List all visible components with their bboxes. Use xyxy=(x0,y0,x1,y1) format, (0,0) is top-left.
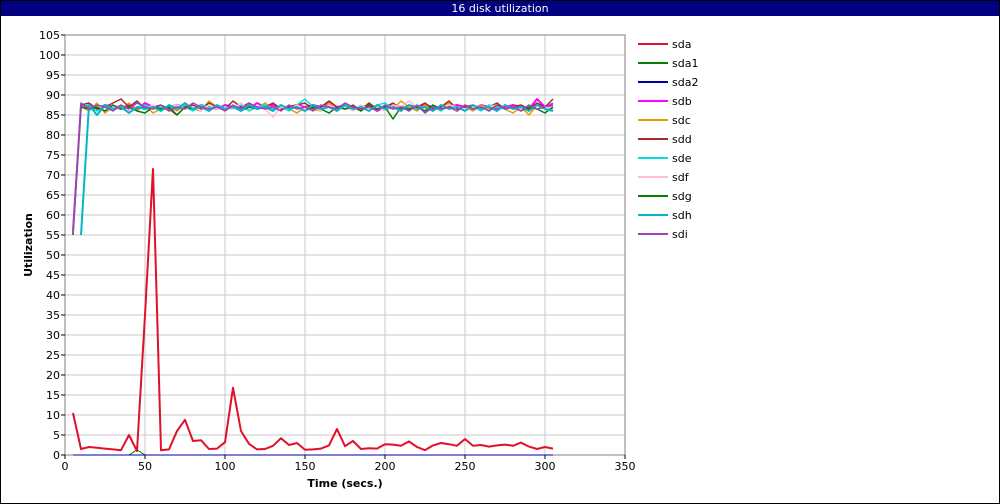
y-tick-label: 55 xyxy=(46,229,60,242)
x-tick-label: 150 xyxy=(295,460,316,473)
legend-label-sdh: sdh xyxy=(672,209,692,222)
x-tick-label: 250 xyxy=(455,460,476,473)
y-tick-label: 15 xyxy=(46,389,60,402)
x-axis-title: Time (secs.) xyxy=(307,477,382,490)
y-tick-label: 40 xyxy=(46,289,60,302)
legend-label-sde: sde xyxy=(672,152,692,165)
legend-label-sda: sda xyxy=(672,38,691,51)
legend-label-sdf: sdf xyxy=(672,171,690,184)
y-tick-label: 105 xyxy=(39,29,60,42)
y-tick-label: 5 xyxy=(53,429,60,442)
y-tick-label: 50 xyxy=(46,249,60,262)
x-tick-label: 50 xyxy=(138,460,152,473)
legend-label-sda1: sda1 xyxy=(672,57,698,70)
legend-label-sdi: sdi xyxy=(672,228,688,241)
y-axis-ticks: 0 5 10 15 20 25 30 35 40 45 50 55 60 65 70 75 80 85 90 95 10… xyxy=(39,29,65,462)
legend-label-sdd: sdd xyxy=(672,133,692,146)
x-tick-label: 200 xyxy=(375,460,396,473)
y-tick-label: 60 xyxy=(46,209,60,222)
legend: sda sda1 sda2 sdb sdc sdd sde sdf sdg sdh sdi xyxy=(638,38,698,241)
y-tick-label: 10 xyxy=(46,409,60,422)
y-tick-label: 90 xyxy=(46,89,60,102)
y-tick-label: 25 xyxy=(46,349,60,362)
y-tick-label: 70 xyxy=(46,169,60,182)
y-tick-label: 80 xyxy=(46,129,60,142)
x-tick-label: 300 xyxy=(535,460,556,473)
legend-label-sda2: sda2 xyxy=(672,76,698,89)
y-tick-label: 30 xyxy=(46,329,60,342)
legend-label-sdb: sdb xyxy=(672,95,692,108)
x-tick-label: 350 xyxy=(615,460,636,473)
y-axis-title: Utilization xyxy=(22,213,35,277)
utilization-chart: 0 5 10 15 20 25 30 35 40 45 50 55 60 65 70 75 80 85 90 95 10… xyxy=(22,29,698,490)
y-tick-label: 0 xyxy=(53,449,60,462)
y-tick-label: 85 xyxy=(46,109,60,122)
x-tick-label: 100 xyxy=(215,460,236,473)
y-tick-label: 75 xyxy=(46,149,60,162)
y-tick-label: 95 xyxy=(46,69,60,82)
y-tick-label: 20 xyxy=(46,369,60,382)
x-tick-label: 0 xyxy=(62,460,69,473)
y-tick-label: 35 xyxy=(46,309,60,322)
legend-label-sdc: sdc xyxy=(672,114,691,127)
legend-label-sdg: sdg xyxy=(672,190,692,203)
y-tick-label: 100 xyxy=(39,49,60,62)
y-tick-label: 45 xyxy=(46,269,60,282)
y-tick-label: 65 xyxy=(46,189,60,202)
x-axis-ticks: 0 50 100 150 200 250 300 350 xyxy=(62,455,636,473)
